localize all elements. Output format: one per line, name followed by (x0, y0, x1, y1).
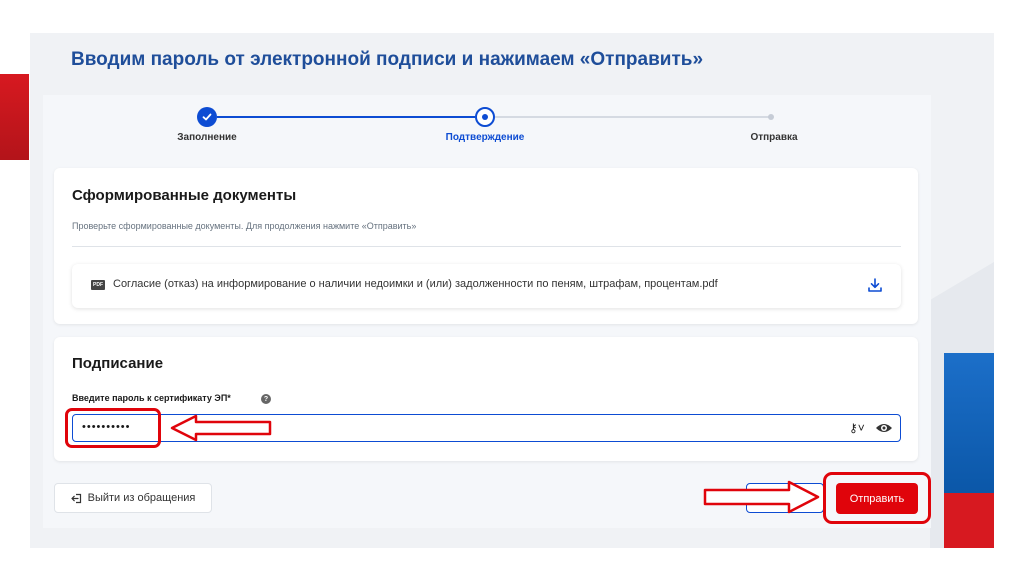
signing-title: Подписание (72, 355, 164, 372)
step-label-sending: Отправка (750, 132, 798, 143)
exit-button-label: Выйти из обращения (87, 492, 196, 504)
download-icon[interactable] (867, 277, 883, 293)
right-red-accent (944, 493, 994, 548)
documents-card: Сформированные документы Проверьте сформ… (54, 168, 918, 324)
password-highlight (65, 408, 161, 448)
check-icon (202, 113, 212, 121)
slide-heading: Вводим пароль от электронной подписи и н… (71, 49, 704, 70)
exit-request-button[interactable]: Выйти из обращения (54, 483, 212, 513)
step-label-confirmation: Подтверждение (445, 132, 525, 143)
step-current-indicator (475, 107, 495, 127)
exit-icon (71, 493, 81, 503)
step-done-indicator (197, 107, 217, 127)
form-panel: Заполнение Подтверждение Отправка Сформи… (43, 95, 931, 528)
documents-hint: Проверьте сформированные документы. Для … (72, 221, 417, 231)
documents-divider (72, 246, 901, 247)
password-label: Введите пароль к сертификату ЭП* (72, 393, 231, 403)
document-file-name[interactable]: Согласие (отказ) на информирование о нал… (113, 278, 718, 290)
stepper-line-pending (495, 116, 771, 118)
eye-icon[interactable] (875, 421, 893, 435)
key-icon[interactable]: ⚷˅ (849, 421, 865, 435)
send-highlight (823, 472, 931, 524)
arrow-annotation-right (703, 480, 820, 514)
stepper-line-done (217, 116, 475, 118)
step-pending-indicator (768, 114, 774, 120)
arrow-annotation-left (170, 414, 272, 442)
signing-card: Подписание Введите пароль к сертификату … (54, 337, 918, 461)
stepper: Заполнение Подтверждение Отправка (43, 95, 931, 155)
right-blue-accent (944, 353, 994, 493)
document-item[interactable]: PDF Согласие (отказ) на информирование о… (72, 264, 901, 308)
pdf-icon: PDF (91, 280, 105, 290)
left-red-accent (0, 74, 29, 160)
step-label-filling: Заполнение (177, 132, 237, 143)
help-icon[interactable]: ? (261, 394, 271, 404)
documents-title: Сформированные документы (72, 187, 297, 204)
